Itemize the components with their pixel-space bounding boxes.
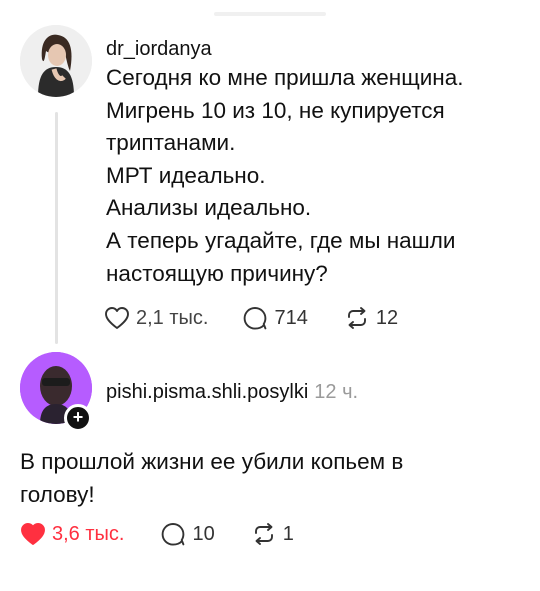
comment-button[interactable]: 714: [242, 306, 308, 330]
like-button[interactable]: 3,6 тыс.: [20, 522, 124, 546]
post-line: голову!: [20, 481, 95, 507]
comment-count: 10: [192, 522, 215, 545]
repost-button[interactable]: 12: [344, 306, 398, 330]
post-text: Сегодня ко мне пришла женщина. Мигрень 1…: [106, 62, 526, 290]
user-photo-icon: [20, 25, 92, 97]
timestamp: 12 ч.: [314, 381, 359, 403]
username[interactable]: dr_iordanya: [106, 38, 212, 61]
like-count: 3,6 тыс.: [52, 522, 125, 545]
post-line: триптанами.: [106, 130, 236, 156]
sheet-handle: [214, 12, 326, 16]
post-actions: 2,1 тыс. 714 12: [104, 306, 398, 330]
post-line: В прошлой жизни ее убили копьем в: [20, 449, 404, 474]
post-line: МРТ идеально.: [106, 162, 266, 188]
post-line: настоящую причину?: [106, 260, 328, 286]
repost-icon: [254, 523, 273, 545]
comment-button[interactable]: 10: [160, 522, 215, 546]
post-line: Сегодня ко мне пришла женщина.: [106, 65, 464, 90]
heart-icon: [105, 307, 129, 329]
avatar[interactable]: [20, 25, 92, 97]
comment-icon: [162, 523, 185, 546]
username[interactable]: pishi.pisma.shli.posylki: [106, 381, 308, 403]
post-line: Анализы идеально.: [106, 195, 312, 221]
post-actions: 3,6 тыс. 10 1: [20, 522, 294, 546]
post-line: Мигрень 10 из 10, не купируется: [106, 97, 445, 123]
follow-plus-icon[interactable]: +: [64, 404, 92, 432]
post-line: А теперь угадайте, где мы нашли: [106, 227, 456, 253]
like-button[interactable]: 2,1 тыс.: [104, 306, 208, 330]
heart-filled-icon: [21, 523, 45, 545]
repost-count: 1: [282, 522, 294, 545]
repost-button[interactable]: 1: [251, 522, 294, 546]
like-count: 2,1 тыс.: [136, 306, 209, 329]
post-text: В прошлой жизни ее убили копьем в голову…: [20, 446, 500, 511]
thread-line: [55, 112, 58, 344]
comment-icon: [244, 307, 267, 330]
repost-count: 12: [375, 306, 399, 329]
username-row: pishi.pisma.shli.posylki 12 ч.: [106, 381, 358, 404]
comment-count: 714: [274, 306, 308, 329]
repost-icon: [347, 307, 366, 329]
